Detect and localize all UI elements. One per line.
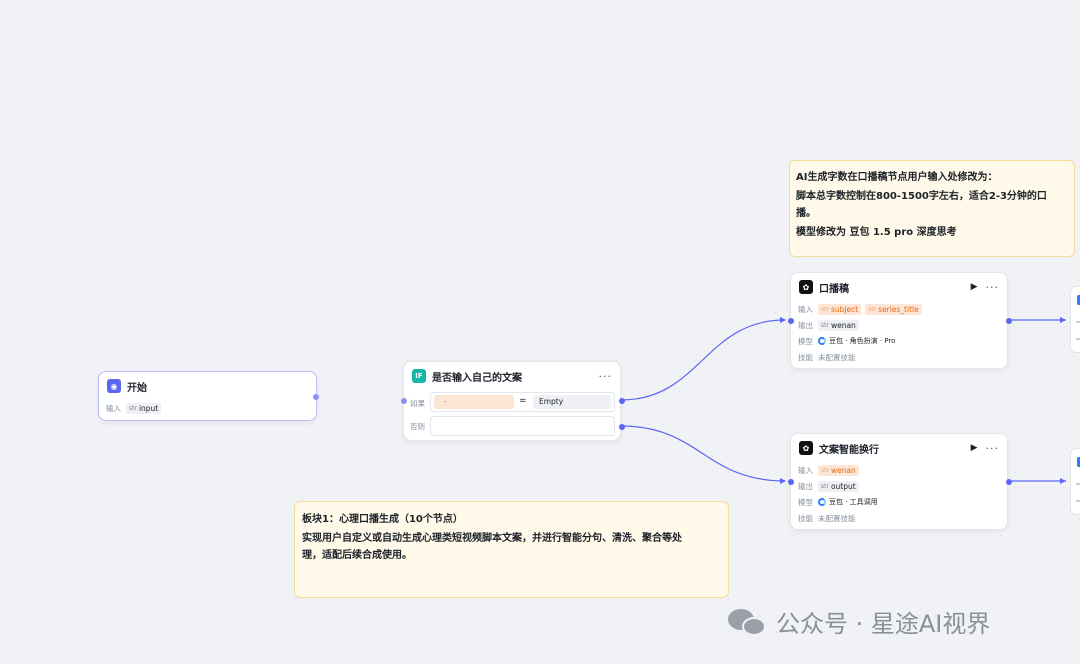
llm-icon: ✿ xyxy=(799,441,813,455)
if-condition-box[interactable]: - = Empty xyxy=(430,392,615,412)
note-top-line2: 脚本总字数控制在800-1500字左右，适合2-3分钟的口 xyxy=(796,191,1047,202)
koubo-output-port[interactable] xyxy=(1006,318,1012,324)
output-variable-tag: str wenan xyxy=(818,319,859,331)
wrap-node-title: 文案智能换行 xyxy=(819,444,879,456)
edge-if-to-koubo xyxy=(620,319,786,401)
input-label: 输入 xyxy=(798,304,813,314)
start-node-title: 开始 xyxy=(127,382,147,394)
skill-label: 技能 xyxy=(798,352,813,362)
koubo-node-title: 口播稿 xyxy=(819,283,849,295)
koubo-input-port[interactable] xyxy=(788,318,794,324)
arrow-koubo-in xyxy=(780,317,786,323)
watermark-text: 公众号 · 星途AI视界 xyxy=(776,610,991,638)
start-node[interactable]: ◉ 开始 输入 str input xyxy=(98,371,319,421)
run-icon[interactable]: ▶ xyxy=(971,443,978,453)
model-label: 模型 xyxy=(798,497,813,507)
edge-if-to-wrap xyxy=(620,425,786,482)
model-icon xyxy=(818,337,826,345)
more-menu-icon[interactable]: ··· xyxy=(986,442,1000,455)
arrow-wrap-out xyxy=(1060,478,1066,484)
output-variable-tag: str output xyxy=(818,480,859,492)
more-menu-icon[interactable]: ··· xyxy=(599,370,613,383)
note-top[interactable]: AI生成字数在口播稿节点用户输入处修改为： 脚本总字数控制在800-1500字左… xyxy=(789,160,1075,257)
wechat-icon xyxy=(728,606,768,638)
note-bottom-line2: 实现用户自定义或自动生成心理类短视频脚本文案，并进行智能分句、清洗、聚合等处 xyxy=(302,533,682,544)
input-variable-tag: str subject xyxy=(818,303,862,315)
output-label: 输出 xyxy=(798,481,813,491)
start-output-port[interactable] xyxy=(313,394,319,400)
koubo-node[interactable]: ✿ 口播稿 ▶ ··· 输入 str subject str series_titl… xyxy=(788,272,1012,369)
output-label: 输出 xyxy=(798,320,813,330)
model-name: 豆包 · 工具调用 xyxy=(829,498,878,506)
note-bottom-line3: 理，适配后续合成使用。 xyxy=(302,550,412,561)
wrap-input-port[interactable] xyxy=(788,479,794,485)
if-true-port[interactable] xyxy=(619,398,625,404)
start-icon: ◉ xyxy=(107,379,121,393)
input-variable-tag: str input xyxy=(126,402,162,414)
run-icon[interactable]: ▶ xyxy=(971,282,978,292)
llm-icon: ✿ xyxy=(799,280,813,294)
input-label: 输入 xyxy=(106,403,121,413)
if-else-port[interactable] xyxy=(619,424,625,430)
else-label: 否则 xyxy=(410,422,425,431)
model-label: 模型 xyxy=(798,336,813,346)
wrap-node[interactable]: ✿ 文案智能换行 ▶ ··· 输入 str wenan 输出 str output … xyxy=(788,433,1012,530)
note-top-line1: AI生成字数在口播稿节点用户输入处修改为： xyxy=(796,172,998,183)
input-label: 输入 xyxy=(798,465,813,475)
if-node-title: 是否输入自己的文案 xyxy=(432,372,522,384)
watermark: 公众号 · 星途AI视界 xyxy=(728,604,990,639)
arrow-koubo-out xyxy=(1060,317,1066,323)
skill-label: 技能 xyxy=(798,513,813,523)
skill-value: 未配置技能 xyxy=(818,352,856,362)
condition-left-operand[interactable]: - xyxy=(434,395,514,409)
model-icon xyxy=(818,498,826,506)
condition-right-operand[interactable]: Empty xyxy=(533,395,611,409)
if-input-port[interactable] xyxy=(401,398,407,404)
condition-operator[interactable]: = xyxy=(519,396,527,406)
more-menu-icon[interactable]: ··· xyxy=(986,281,1000,294)
note-top-line4: 模型修改为 豆包 1.5 pro 深度思考 xyxy=(796,227,957,238)
note-top-line3: 播。 xyxy=(796,208,816,219)
arrow-wrap-in xyxy=(780,478,786,484)
if-label: 如果 xyxy=(410,399,425,408)
note-bottom-line1: 板块1：心理口播生成（10个节点） xyxy=(302,514,463,525)
input-variable-tag: str series_title xyxy=(865,303,922,315)
wrap-output-port[interactable] xyxy=(1006,479,1012,485)
skill-value: 未配置技能 xyxy=(818,513,856,523)
if-icon: IF xyxy=(412,369,426,383)
model-name: 豆包 · 角色扮演 · Pro xyxy=(829,337,896,345)
else-box[interactable] xyxy=(430,416,615,436)
next-node-clipped-top[interactable] xyxy=(1070,286,1080,353)
next-node-clipped-bottom[interactable] xyxy=(1070,448,1080,515)
if-node[interactable]: IF 是否输入自己的文案 ··· 如果 - = Empty 否则 xyxy=(401,361,625,441)
note-bottom[interactable]: 板块1：心理口播生成（10个节点） 实现用户自定义或自动生成心理类短视频脚本文案… xyxy=(294,501,729,598)
input-variable-tag: str wenan xyxy=(818,464,859,476)
